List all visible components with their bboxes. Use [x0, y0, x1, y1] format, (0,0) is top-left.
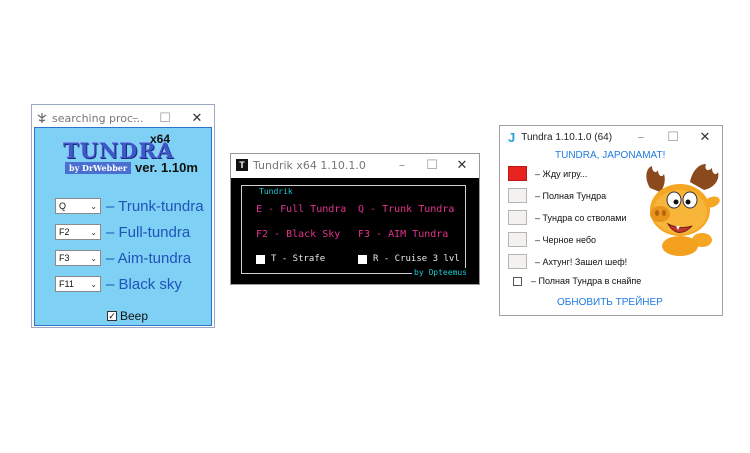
hotkey-value: F2	[59, 227, 70, 237]
snipe-label: – Полная Тундра в снайпе	[531, 276, 642, 286]
maximize-button[interactable]: ☐	[417, 154, 447, 176]
hotkey-label-blacksky: – Black sky	[106, 275, 182, 293]
author-byline: by DrWebber	[65, 162, 132, 174]
moose-mascot-icon	[646, 164, 720, 256]
window-title: Tundrik x64 1.10.1.0	[253, 158, 366, 172]
arch-label: x64	[150, 132, 171, 146]
toggle-boss-key[interactable]	[508, 254, 527, 269]
hotkey-label-full: – Full-tundra	[106, 223, 191, 241]
hotkey-trunk-tundra: Q - Trunk Tundra	[358, 204, 455, 215]
row-tundra-guns: – Тундра со стволами	[508, 210, 626, 225]
chevron-down-icon: ⌄	[90, 227, 97, 237]
console-panel: Tundrik E - Full Tundra Q - Trunk Tundra…	[231, 178, 479, 284]
hotkey-row-blacksky: F11 ⌄ – Black sky	[55, 274, 182, 294]
status-row: – Жду игру...	[508, 166, 587, 181]
label-black-sky: – Черное небо	[535, 234, 597, 245]
title-bar[interactable]: J Tundra 1.10.1.0 (64) – ☐ ✕	[500, 126, 722, 148]
tundrik-groupbox: Tundrik E - Full Tundra Q - Trunk Tundra…	[241, 185, 469, 277]
cruise-checkbox[interactable]: R - Cruise 3 lvl	[358, 254, 460, 264]
tundrik-window: T Tundrik x64 1.10.1.0 – ☐ ✕ Tundrik E -…	[230, 153, 480, 285]
row-full-tundra: – Полная Тундра	[508, 188, 606, 203]
hotkey-row-aim: F3 ⌄ – Aim-tundra	[55, 248, 191, 268]
row-boss-key: – Ахтунг! Зашел шеф!	[508, 254, 627, 269]
check-icon: ✓	[107, 310, 117, 321]
title-bar[interactable]: T Tundrik x64 1.10.1.0 – ☐ ✕	[231, 154, 479, 176]
row-black-sky: – Черное небо	[508, 232, 596, 247]
hotkey-full-tundra: E - Full Tundra	[256, 204, 347, 215]
beep-label: Beep	[120, 309, 149, 323]
status-label: – Жду игру...	[535, 168, 588, 179]
author-signature: by Opteemus	[412, 268, 469, 277]
minimize-button[interactable]: –	[626, 126, 656, 148]
app-icon: T	[236, 159, 248, 171]
close-button[interactable]: ✕	[447, 154, 477, 176]
toggle-full-tundra[interactable]	[508, 188, 527, 203]
version-label: ver. 1.10m	[135, 160, 198, 175]
hotkey-select-blacksky[interactable]: F11 ⌄	[55, 276, 101, 292]
toggle-black-sky[interactable]	[508, 232, 527, 247]
hotkey-black-sky: F2 - Black Sky	[256, 229, 341, 240]
hotkey-value: Q	[59, 201, 67, 211]
label-boss-key: – Ахтунг! Зашел шеф!	[535, 256, 628, 267]
status-indicator	[508, 166, 527, 181]
window-title: Tundra 1.10.1.0 (64)	[521, 131, 613, 143]
cruise-label: R - Cruise 3 lvl	[373, 254, 460, 264]
strafe-checkbox[interactable]: T - Strafe	[256, 254, 325, 264]
hotkey-row-full: F2 ⌄ – Full-tundra	[55, 222, 190, 242]
hotkey-value: F3	[59, 253, 70, 263]
tundra-japonamat-window: J Tundra 1.10.1.0 (64) – ☐ ✕ TUNDRA, JAP…	[499, 125, 723, 316]
strafe-label: T - Strafe	[271, 254, 326, 264]
hotkey-aim-tundra: F3 - AIM Tundra	[358, 229, 449, 240]
chevron-down-icon: ⌄	[90, 201, 97, 211]
main-panel: TUNDRA x64 by DrWebber ver. 1.10m Q ⌄ – …	[34, 127, 212, 326]
hotkey-label-trunk: – Trunk-tundra	[106, 197, 204, 215]
minimize-button[interactable]: –	[387, 154, 417, 176]
chevron-down-icon: ⌄	[90, 253, 97, 263]
app-icon: J	[508, 129, 516, 145]
tundra-drwebber-window: searching proc... – ☐ ✕ TUNDRA x64 by Dr…	[31, 104, 215, 328]
label-tundra-guns: – Тундра со стволами	[535, 212, 627, 223]
hotkey-select-trunk[interactable]: Q ⌄	[55, 198, 101, 214]
checkbox-box	[358, 254, 367, 264]
hotkey-value: F11	[59, 279, 74, 289]
checkbox-box	[513, 276, 522, 286]
close-button[interactable]: ✕	[690, 126, 720, 148]
hotkey-row-trunk: Q ⌄ – Trunk-tundra	[55, 196, 204, 216]
hotkey-select-aim[interactable]: F3 ⌄	[55, 250, 101, 266]
maximize-button[interactable]: ☐	[658, 126, 688, 148]
chevron-down-icon: ⌄	[90, 279, 97, 289]
snipe-checkbox[interactable]: – Полная Тундра в снайпе	[513, 276, 641, 286]
toggle-tundra-guns[interactable]	[508, 210, 527, 225]
hotkey-select-full[interactable]: F2 ⌄	[55, 224, 101, 240]
app-icon	[36, 112, 48, 124]
checkbox-box	[256, 254, 265, 264]
label-full-tundra: – Полная Тундра	[535, 190, 607, 201]
hotkey-label-aim: – Aim-tundra	[106, 249, 192, 267]
group-title: Tundrik	[257, 187, 295, 196]
update-trainer-link[interactable]: ОБНОВИТЬ ТРЕЙНЕР	[557, 297, 663, 308]
beep-checkbox[interactable]: ✓ Beep	[107, 309, 148, 323]
